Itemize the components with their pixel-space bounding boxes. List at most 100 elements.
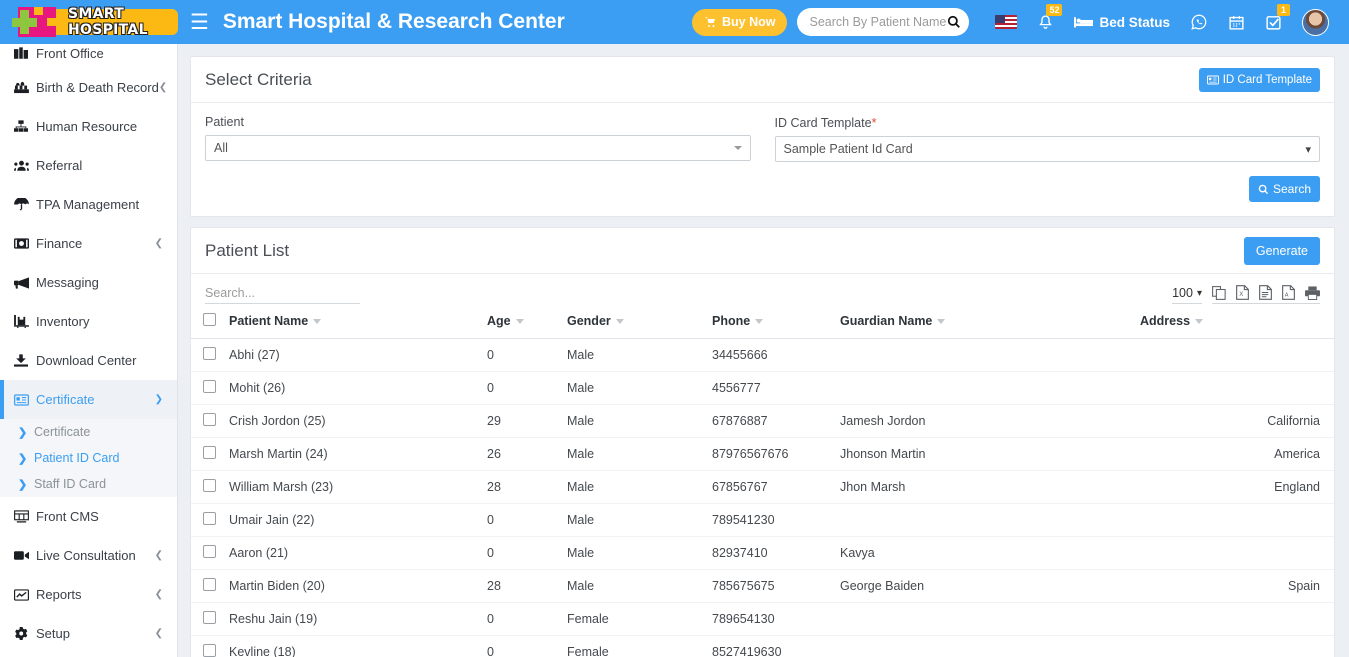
cell-guardian: Kavya — [840, 537, 1140, 570]
row-checkbox[interactable] — [203, 611, 216, 624]
shopping-cart-icon — [704, 16, 717, 28]
header-search[interactable] — [797, 8, 969, 36]
column-age[interactable]: Age — [487, 304, 567, 339]
table-row[interactable]: William Marsh (23)28Male67856767Jhon Mar… — [191, 471, 1334, 504]
table-toolbar: 100 ▾ X — [191, 274, 1334, 304]
sidebar-item-reports[interactable]: Reports ❮ — [0, 575, 177, 614]
row-checkbox[interactable] — [203, 512, 216, 525]
row-select-cell — [191, 537, 229, 570]
hamburger-icon[interactable]: ☰ — [178, 12, 223, 33]
tasks-button[interactable]: 1 — [1255, 0, 1292, 44]
copy-icon[interactable] — [1212, 286, 1226, 300]
notification-badge: 52 — [1046, 4, 1062, 16]
id-card-template-button[interactable]: ID Card Template — [1199, 68, 1320, 92]
row-checkbox[interactable] — [203, 644, 216, 657]
buy-now-button[interactable]: Buy Now — [692, 9, 787, 36]
table-search-input[interactable] — [205, 284, 360, 304]
row-checkbox[interactable] — [203, 347, 216, 360]
patient-select[interactable]: All — [205, 135, 751, 161]
umbrella-icon — [14, 198, 36, 211]
idcard-template-field-group: ID Card Template* Sample Patient Id Card… — [775, 115, 1321, 162]
sidebar-item-finance[interactable]: Finance ❮ — [0, 224, 177, 263]
sidebar-item-inventory[interactable]: Inventory — [0, 302, 177, 341]
select-criteria-body: Patient All ID Card Template* Sample Pat… — [191, 103, 1334, 216]
calendar-button[interactable] — [1218, 0, 1255, 44]
cell-guardian: George Baiden — [840, 570, 1140, 603]
chevron-down-icon: ▾ — [1305, 143, 1311, 156]
brand-logo[interactable]: SMART HOSPITAL — [0, 0, 178, 44]
table-row[interactable]: Mohit (26)0Male4556777 — [191, 372, 1334, 405]
excel-icon[interactable]: X — [1236, 285, 1249, 300]
bed-status-button[interactable]: Bed Status — [1064, 0, 1180, 44]
table-row[interactable]: Reshu Jain (19)0Female789654130 — [191, 603, 1334, 636]
sort-arrow-icon — [755, 319, 763, 324]
whatsapp-button[interactable] — [1180, 0, 1218, 44]
search-button-label: Search — [1273, 182, 1311, 196]
hierarchy-icon — [14, 120, 36, 133]
sidebar-item-human-resource[interactable]: Human Resource — [0, 107, 177, 146]
sidebar-item-birth-death-record[interactable]: Birth & Death Record ❮ — [0, 68, 177, 107]
submenu-item-certificate[interactable]: ❯ Certificate — [0, 419, 177, 445]
cell-phone: 34455666 — [712, 339, 840, 372]
row-checkbox[interactable] — [203, 446, 216, 459]
sidebar-item-tpa-management[interactable]: TPA Management — [0, 185, 177, 224]
sidebar-item-front-office[interactable]: Front Office — [0, 44, 177, 68]
generate-button[interactable]: Generate — [1244, 237, 1320, 265]
chevron-right-icon: ❮ — [155, 550, 163, 561]
table-row[interactable]: Kevline (18)0Female8527419630 — [191, 636, 1334, 657]
logo-text: SMART HOSPITAL — [68, 6, 168, 38]
cell-age: 26 — [487, 438, 567, 471]
search-button[interactable]: Search — [1249, 176, 1320, 202]
submenu-item-patient-id-card[interactable]: ❯ Patient ID Card — [0, 445, 177, 471]
sidebar-item-setup[interactable]: Setup ❮ — [0, 614, 177, 653]
row-checkbox[interactable] — [203, 578, 216, 591]
id-card-template-label: ID Card Template — [1223, 74, 1312, 86]
sidebar-item-certificate[interactable]: Certificate ❯ — [0, 380, 177, 419]
table-row[interactable]: Aaron (21)0Male82937410Kavya — [191, 537, 1334, 570]
select-criteria-title: Select Criteria — [205, 70, 312, 90]
table-row[interactable]: Abhi (27)0Male34455666 — [191, 339, 1334, 372]
print-icon[interactable] — [1305, 286, 1320, 300]
cell-age: 0 — [487, 603, 567, 636]
cell-guardian — [840, 504, 1140, 537]
sidebar-label: Reports — [36, 587, 155, 602]
patient-label: Patient — [205, 115, 751, 129]
language-selector[interactable] — [985, 0, 1027, 44]
row-checkbox[interactable] — [203, 413, 216, 426]
column-gender[interactable]: Gender — [567, 304, 712, 339]
row-checkbox[interactable] — [203, 545, 216, 558]
cell-patient-name: Abhi (27) — [229, 339, 487, 372]
table-row[interactable]: Umair Jain (22)0Male789541230 — [191, 504, 1334, 537]
patient-list-title: Patient List — [205, 241, 289, 261]
csv-icon[interactable] — [1259, 285, 1272, 300]
cell-gender: Male — [567, 504, 712, 537]
sidebar-item-messaging[interactable]: Messaging — [0, 263, 177, 302]
sidebar-item-download-center[interactable]: Download Center — [0, 341, 177, 380]
idcard-template-select[interactable]: Sample Patient Id Card ▾ — [775, 136, 1321, 162]
column-address[interactable]: Address — [1140, 304, 1334, 339]
chevron-right-icon: ❯ — [18, 426, 34, 439]
id-card-icon — [14, 394, 36, 406]
page-title: Smart Hospital & Research Center — [223, 10, 565, 34]
column-phone[interactable]: Phone — [712, 304, 840, 339]
sidebar-label: Front Office — [36, 46, 177, 61]
row-checkbox[interactable] — [203, 380, 216, 393]
sidebar-item-live-consultation[interactable]: Live Consultation ❮ — [0, 536, 177, 575]
column-patient-name[interactable]: Patient Name — [229, 304, 487, 339]
column-guardian-name[interactable]: Guardian Name — [840, 304, 1140, 339]
table-row[interactable]: Marsh Martin (24)26Male87976567676Jhonso… — [191, 438, 1334, 471]
cell-patient-name: Marsh Martin (24) — [229, 438, 487, 471]
notifications-button[interactable]: 52 — [1027, 0, 1064, 44]
profile-menu[interactable] — [1292, 0, 1339, 44]
sidebar-item-referral[interactable]: Referral — [0, 146, 177, 185]
pdf-icon[interactable]: A — [1282, 285, 1295, 300]
table-row[interactable]: Crish Jordon (25)29Male67876887Jamesh Jo… — [191, 405, 1334, 438]
search-icon[interactable] — [947, 15, 961, 29]
table-row[interactable]: Martin Biden (20)28Male785675675George B… — [191, 570, 1334, 603]
search-input[interactable] — [809, 15, 947, 29]
page-length-select[interactable]: 100 ▾ — [1172, 286, 1202, 304]
row-checkbox[interactable] — [203, 479, 216, 492]
submenu-item-staff-id-card[interactable]: ❯ Staff ID Card — [0, 471, 177, 497]
select-all-checkbox[interactable] — [203, 313, 216, 326]
sidebar-item-front-cms[interactable]: Front CMS — [0, 497, 177, 536]
